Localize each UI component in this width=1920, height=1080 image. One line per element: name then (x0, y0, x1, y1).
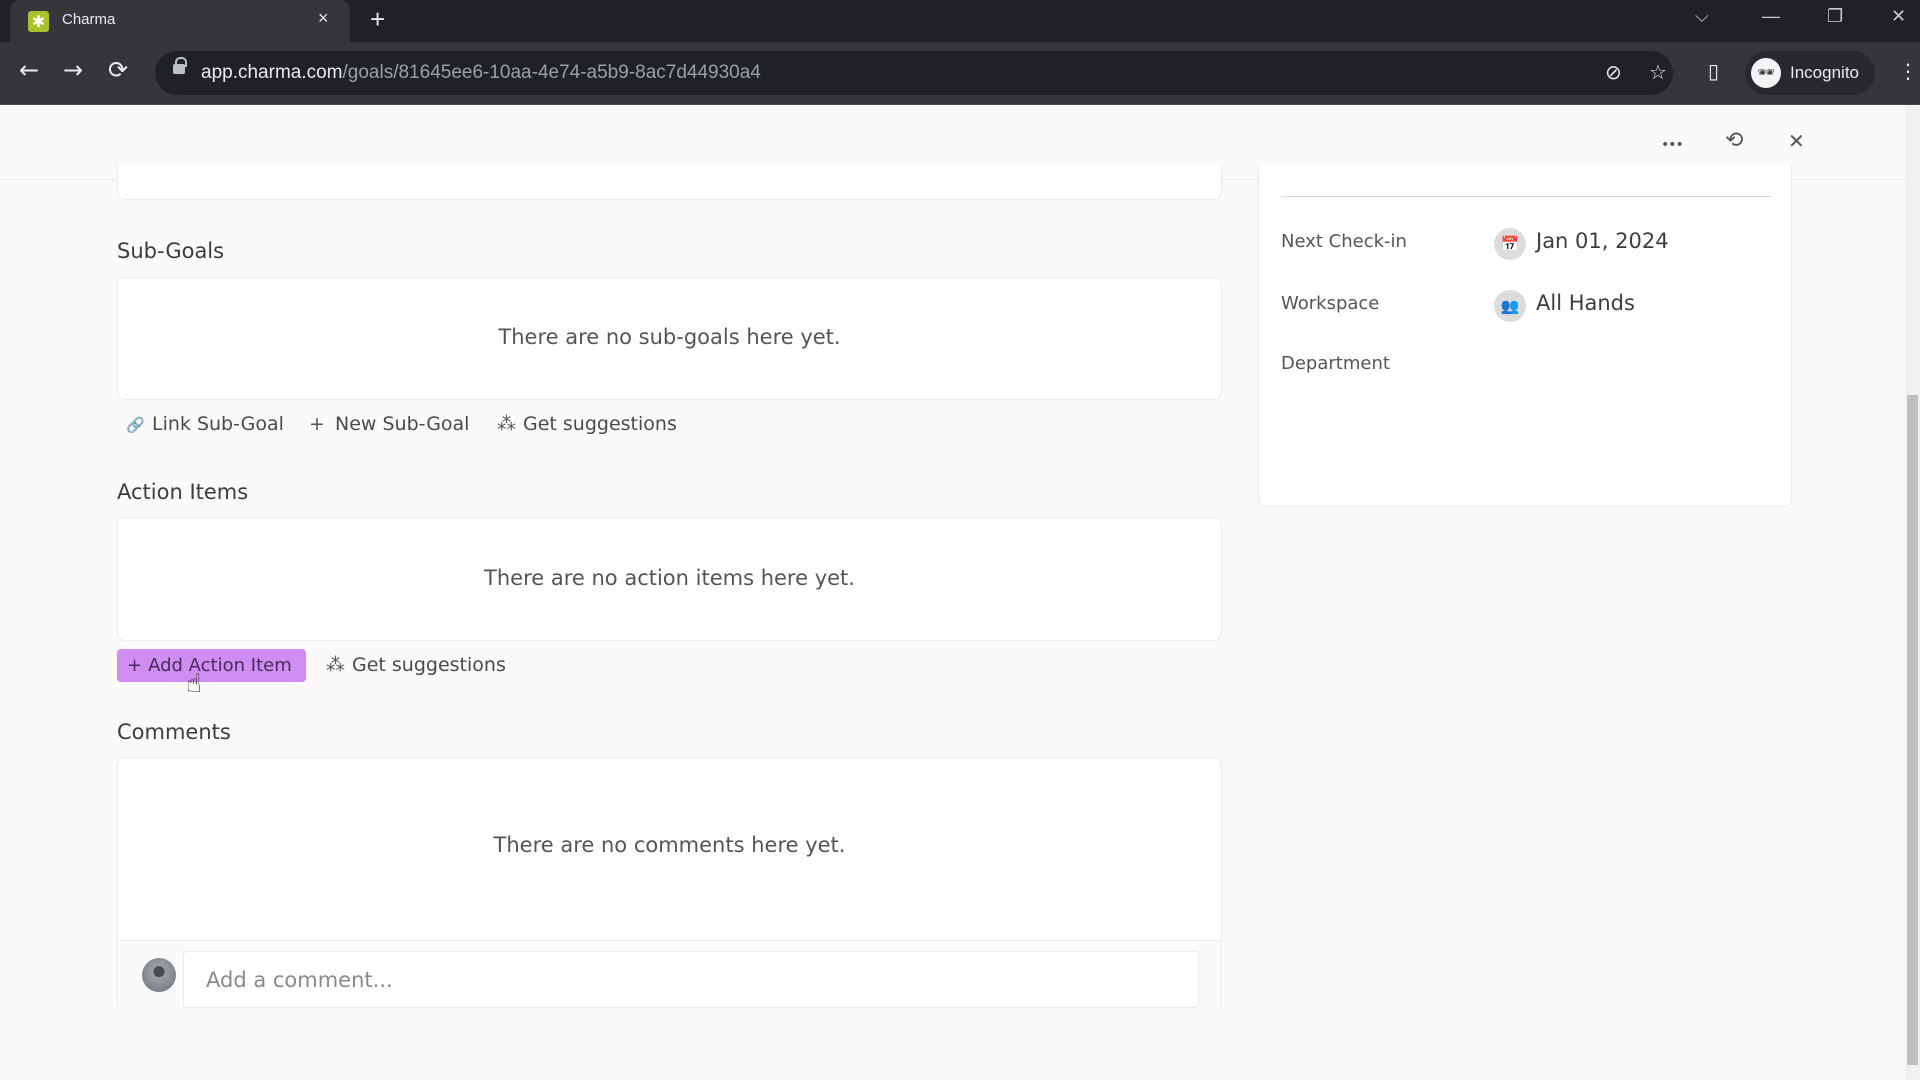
new-sub-goal-label: New Sub-Goal (335, 413, 470, 435)
restore-button[interactable]: ❐ (1827, 6, 1843, 27)
action-items-get-suggestions-button[interactable]: ⁂ Get suggestions (326, 654, 506, 676)
comments-heading: Comments (117, 720, 231, 744)
tab-title: Charma (62, 11, 116, 28)
close-panel-icon[interactable]: ✕ (1788, 127, 1805, 155)
minimize-button[interactable]: — (1762, 6, 1780, 27)
url-text: app.charma.com/goals/81645ee6-10aa-4e74-… (201, 62, 761, 84)
details-divider (1281, 196, 1771, 197)
magic-wand-icon: ⁂ (497, 413, 516, 435)
tracking-protection-eye-off-icon[interactable]: ⊘ (1605, 60, 1622, 84)
plus-icon: + (127, 655, 143, 676)
add-action-item-button[interactable]: + Add Action Item (117, 649, 306, 682)
comment-input[interactable] (183, 951, 1199, 1008)
bookmark-star-icon[interactable]: ☆ (1649, 60, 1667, 84)
tab-search-button[interactable]: ⌵ (1695, 6, 1709, 27)
more-options-icon[interactable]: ••• (1661, 131, 1684, 159)
new-tab-button[interactable]: + (370, 4, 385, 35)
department-label: Department (1281, 353, 1390, 374)
sub-goals-card: There are no sub-goals here yet. (117, 277, 1222, 400)
address-bar[interactable]: app.charma.com/goals/81645ee6-10aa-4e74-… (155, 51, 1673, 95)
goal-details-card: Next Check-in 📅 Jan 01, 2024 Workspace 👥… (1258, 165, 1792, 507)
comments-empty-text: There are no comments here yet. (493, 833, 846, 857)
url-host: app.charma.com (201, 62, 343, 83)
sub-goals-get-suggestions-button[interactable]: ⁂ Get suggestions (497, 413, 677, 435)
incognito-profile-button[interactable]: 🕶 Incognito (1745, 51, 1875, 95)
window-close-button[interactable]: ✕ (1891, 6, 1906, 27)
sub-goals-empty-text: There are no sub-goals here yet. (498, 325, 841, 349)
reload-button[interactable]: ⟳ (108, 56, 128, 84)
previous-section-card (117, 165, 1222, 200)
next-check-in-value[interactable]: Jan 01, 2024 (1536, 229, 1669, 253)
page-scrollbar-thumb[interactable] (1907, 395, 1918, 1065)
get-suggestions-label: Get suggestions (352, 654, 506, 676)
history-icon[interactable]: ⟲ (1725, 127, 1743, 155)
get-suggestions-label: Get suggestions (523, 413, 677, 435)
link-sub-goal-label: Link Sub-Goal (152, 413, 284, 435)
add-action-item-label: Add Action Item (148, 655, 292, 676)
tab-close-button[interactable]: × (318, 8, 329, 29)
workspace-label: Workspace (1281, 293, 1380, 314)
browser-tab-bar: ✱ Charma × + ⌵ — ❐ ✕ (0, 0, 1920, 42)
action-items-card: There are no action items here yet. (117, 517, 1222, 641)
link-sub-goal-button[interactable]: 🔗 Link Sub-Goal (126, 413, 284, 435)
workspace-value[interactable]: All Hands (1536, 291, 1635, 315)
action-items-empty-text: There are no action items here yet. (484, 566, 855, 590)
sub-goals-heading: Sub-Goals (117, 239, 225, 263)
calendar-icon: 📅 (1494, 228, 1526, 260)
user-avatar (142, 958, 176, 992)
users-icon: 👥 (1494, 290, 1526, 322)
side-panel-icon[interactable]: ▯ (1708, 59, 1719, 83)
plus-icon: + (309, 413, 325, 435)
browser-toolbar: ← → ⟳ app.charma.com/goals/81645ee6-10aa… (0, 42, 1920, 105)
charma-favicon-icon: ✱ (28, 11, 49, 32)
browser-tab[interactable]: ✱ Charma × (10, 0, 350, 42)
goal-page: ••• ⟲ ✕ Sub-Goals There are no sub-goals… (0, 105, 1920, 1080)
url-path: /goals/81645ee6-10aa-4e74-a5b9-8ac7d4493… (342, 62, 761, 83)
hand-pointer-cursor-icon: ☝ (186, 669, 202, 699)
lock-icon (173, 57, 187, 74)
link-icon: 🔗 (126, 416, 145, 434)
new-sub-goal-button[interactable]: + New Sub-Goal (309, 413, 469, 435)
back-button[interactable]: ← (19, 56, 39, 84)
comment-compose-row (118, 940, 1221, 1010)
forward-button[interactable]: → (63, 56, 83, 84)
incognito-icon: 🕶 (1751, 58, 1781, 88)
incognito-label: Incognito (1790, 63, 1859, 82)
comments-card: There are no comments here yet. (117, 757, 1222, 1010)
department-value[interactable] (1536, 351, 1766, 379)
magic-wand-icon: ⁂ (326, 654, 345, 676)
next-check-in-label: Next Check-in (1281, 231, 1407, 252)
browser-menu-icon[interactable]: ⋮ (1898, 59, 1918, 83)
action-items-heading: Action Items (117, 480, 249, 504)
